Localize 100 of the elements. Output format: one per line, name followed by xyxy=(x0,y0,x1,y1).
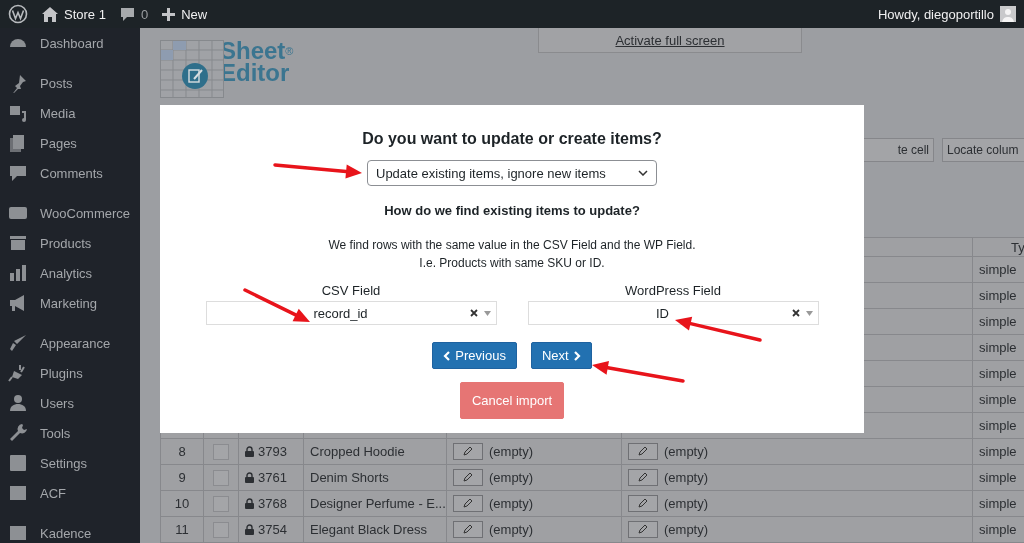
menu-item[interactable]: Marketing xyxy=(0,288,140,318)
menu-item[interactable]: Posts xyxy=(0,68,140,98)
row-number: 9 xyxy=(178,470,186,485)
menu-item[interactable]: ACF xyxy=(0,478,140,508)
table-cell: (empty) xyxy=(664,522,709,537)
new-link[interactable]: New xyxy=(181,6,208,22)
id-cell: 3761 xyxy=(245,469,287,485)
speech-bubble-icon xyxy=(8,163,28,183)
description-text: We find rows with the same value in the CSV Field and the WP Field. xyxy=(328,237,696,254)
row-checkbox[interactable] xyxy=(213,443,229,460)
wordpress-logo-icon[interactable] xyxy=(8,4,28,24)
menu-item[interactable]: Products xyxy=(0,228,140,258)
row-number: 11 xyxy=(175,522,189,537)
row-checkbox[interactable] xyxy=(213,495,229,512)
lock-icon xyxy=(245,497,254,509)
field-select[interactable]: ID xyxy=(527,301,819,325)
registered-mark: ® xyxy=(285,45,294,57)
table-cell: (empty) xyxy=(489,444,534,459)
plus-icon[interactable] xyxy=(162,7,176,21)
edit-icon[interactable] xyxy=(628,469,658,486)
edit-icon[interactable] xyxy=(628,495,658,512)
lock-icon xyxy=(245,523,254,535)
previous-button[interactable]: Previous xyxy=(432,342,517,369)
clear-icon[interactable] xyxy=(791,309,800,317)
bar-chart-icon xyxy=(8,263,28,283)
plug-icon xyxy=(8,363,28,383)
notepad-pencil-icon xyxy=(182,63,208,89)
chevron-icon xyxy=(572,350,581,361)
menu-item[interactable]: Dashboard xyxy=(0,28,140,58)
type-cell: simple xyxy=(979,392,1017,407)
type-cell: simple xyxy=(979,340,1017,355)
menu-item[interactable]: Kadence xyxy=(0,518,140,543)
edit-icon[interactable] xyxy=(628,521,658,538)
field-select[interactable]: record_id xyxy=(205,301,497,325)
row-checkbox[interactable] xyxy=(213,469,229,486)
menu-item[interactable]: Plugins xyxy=(0,358,140,388)
menu-item[interactable]: Analytics xyxy=(0,258,140,288)
row-checkbox[interactable] xyxy=(213,521,229,538)
row-number: 8 xyxy=(178,444,186,459)
type-cell: simple xyxy=(979,288,1017,303)
field-label: WordPress Field xyxy=(625,283,721,298)
table-cell: (empty) xyxy=(664,496,709,511)
table-cell: (empty) xyxy=(664,444,709,459)
modal-title: Do you want to update or create items? xyxy=(362,130,662,148)
wrench-icon xyxy=(8,423,28,443)
chevron-icon xyxy=(443,350,452,361)
description-text: I.e. Products with same SKU or ID. xyxy=(418,255,606,272)
type-cell: simple xyxy=(979,444,1017,459)
menu-item[interactable]: Tools xyxy=(0,418,140,448)
comment-count[interactable]: 0 xyxy=(140,6,149,22)
edit-icon[interactable] xyxy=(628,443,658,460)
menu-item[interactable]: WooCommerce xyxy=(0,198,140,228)
title-cell: Elegant Black Dress xyxy=(310,522,428,537)
title-cell: Cropped Hoodie xyxy=(310,444,405,459)
speech-bubble-icon[interactable] xyxy=(119,6,135,22)
menu-item[interactable]: Pages xyxy=(0,128,140,158)
id-cell: 3768 xyxy=(245,495,287,511)
greeting-link[interactable]: Howdy, diegoportillo xyxy=(877,6,994,22)
brush-icon xyxy=(8,333,28,353)
edit-icon[interactable] xyxy=(453,443,483,460)
column-header[interactable]: Ty xyxy=(1011,239,1024,255)
menu-item[interactable]: Users xyxy=(0,388,140,418)
table-cell: (empty) xyxy=(489,496,534,511)
edit-icon[interactable] xyxy=(453,521,483,538)
person-icon xyxy=(8,393,28,413)
logo-text: Sheet xyxy=(220,37,286,64)
lock-icon xyxy=(245,445,254,457)
table-cell: (empty) xyxy=(489,470,534,485)
box-icon xyxy=(8,233,28,253)
site-name-link[interactable]: Store 1 xyxy=(64,6,106,22)
type-cell: simple xyxy=(979,496,1017,511)
section-heading: How do we find existing items to update? xyxy=(384,203,640,218)
full-screen-link[interactable]: Activate full screen xyxy=(538,28,802,53)
menu-item[interactable]: Media xyxy=(0,98,140,128)
caret-icon xyxy=(483,310,491,316)
field-label: CSV Field xyxy=(321,283,381,298)
title-cell: Designer Perfume - E... xyxy=(310,496,446,511)
menu-item[interactable]: Appearance xyxy=(0,328,140,358)
type-cell: simple xyxy=(979,314,1017,329)
title-cell: Denim Shorts xyxy=(310,470,389,485)
edit-icon[interactable] xyxy=(453,495,483,512)
id-cell: 3793 xyxy=(245,443,287,459)
table-cell: (empty) xyxy=(489,522,534,537)
chevron-down-icon xyxy=(638,170,648,176)
mode-select[interactable]: Update existing items, ignore new items xyxy=(367,160,657,186)
locate-column-field[interactable]: Locate colum xyxy=(942,138,1024,162)
type-cell: simple xyxy=(979,262,1017,277)
home-icon[interactable] xyxy=(42,6,58,22)
type-cell: simple xyxy=(979,470,1017,485)
locate-cell-field[interactable]: te cell xyxy=(863,138,934,162)
lock-icon xyxy=(245,471,254,483)
menu-item[interactable]: Comments xyxy=(0,158,140,188)
type-cell: simple xyxy=(979,522,1017,537)
table-cell: (empty) xyxy=(664,470,709,485)
type-cell: simple xyxy=(979,366,1017,381)
menu-item[interactable]: Settings xyxy=(0,448,140,478)
edit-icon[interactable] xyxy=(453,469,483,486)
next-button[interactable]: Next xyxy=(530,342,592,369)
media-icon xyxy=(8,103,28,123)
clear-icon[interactable] xyxy=(469,309,478,317)
